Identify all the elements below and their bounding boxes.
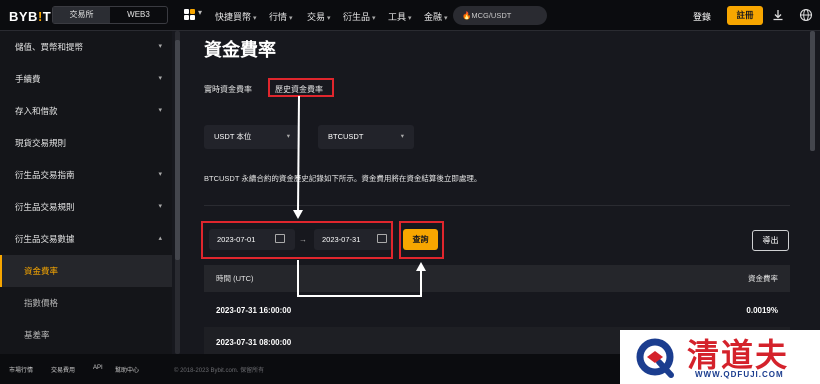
footer-link-api[interactable]: API <box>93 365 103 371</box>
nav-derivatives[interactable]: 衍生品 ▾ <box>343 10 376 23</box>
watermark-logo-icon <box>636 338 674 378</box>
page-title: 資金費率 <box>204 40 276 60</box>
login-link[interactable]: 登錄 <box>693 10 711 23</box>
register-button[interactable]: 註冊 <box>727 6 763 25</box>
segment-web3[interactable]: WEB3 <box>110 7 167 23</box>
chevron-down-icon: ▾ <box>158 203 162 210</box>
margin-type-select[interactable]: USDT 本位 ▾ <box>204 125 300 149</box>
sidebar-item-basis-rate[interactable]: 基差率 <box>0 319 172 351</box>
nav-tools[interactable]: 工具 ▾ <box>388 10 412 23</box>
column-header-rate: 資金費率 <box>748 274 778 283</box>
sidebar-item-savings[interactable]: 存入和借款 ▾ <box>0 95 172 127</box>
cell-time: 2023-07-31 16:00:00 <box>216 306 292 315</box>
chevron-down-icon: ▾ <box>400 133 404 140</box>
top-nav: BYB!T 交易所 WEB3 ▾ 快捷買幣 ▾ 行情 ▾ 交易 ▾ 衍生品 ▾ 工具 ▾ … <box>0 0 820 31</box>
footer-link-fees[interactable]: 交易費用 <box>51 365 75 374</box>
sidebar: 儲值、買幣和提幣 ▾ 手續費 ▾ 存入和借款 ▾ 現貨交易規則 衍生品交易指南 ▾ 衍生… <box>0 31 172 384</box>
bybit-logo[interactable]: BYB!T <box>9 9 51 24</box>
tab-realtime-funding[interactable]: 實時資金費率 <box>204 84 252 95</box>
segment-exchange[interactable]: 交易所 <box>53 7 110 23</box>
download-icon[interactable] <box>771 8 785 22</box>
main-scrollbar[interactable] <box>810 31 815 151</box>
watermark-url: WWW.QDFUJI.COM <box>695 370 784 379</box>
sidebar-item-deriv-rules[interactable]: 衍生品交易規則 ▾ <box>0 191 172 223</box>
search-input[interactable]: 🔥MCG/USDT <box>453 6 547 25</box>
chevron-down-icon: ▾ <box>198 8 203 17</box>
nav-markets[interactable]: 行情 ▾ <box>269 10 293 23</box>
sidebar-scrollbar-thumb[interactable] <box>175 40 180 260</box>
description-text: BTCUSDT 永續合約的資金歷史記錄如下所示。資金費用將在資金結算後立即處理。 <box>204 174 482 183</box>
symbol-select[interactable]: BTCUSDT ▾ <box>318 125 414 149</box>
chevron-down-icon: ▾ <box>158 75 162 82</box>
exchange-web3-switch: 交易所 WEB3 <box>52 6 168 24</box>
footer-link-markets[interactable]: 市場行情 <box>9 365 33 374</box>
copyright: © 2018-2023 Bybit.com. 保留所有 <box>174 368 265 374</box>
chevron-down-icon: ▾ <box>158 107 162 114</box>
cell-rate: 0.0019% <box>746 306 778 315</box>
apps-grid-icon[interactable] <box>184 9 195 20</box>
highlight-box <box>201 221 393 259</box>
page: BYB!T 交易所 WEB3 ▾ 快捷買幣 ▾ 行情 ▾ 交易 ▾ 衍生品 ▾ 工具 ▾ … <box>0 0 820 384</box>
sidebar-item-index-price[interactable]: 指數價格 <box>0 287 172 319</box>
sidebar-item-deriv-data[interactable]: 衍生品交易數據 ▴ <box>0 223 172 255</box>
chevron-down-icon: ▾ <box>286 133 290 140</box>
sidebar-item-deposit[interactable]: 儲值、買幣和提幣 ▾ <box>0 31 172 63</box>
table-row: 2023-07-31 16:00:00 0.0019% <box>204 295 790 327</box>
sidebar-item-funding-rate[interactable]: 資金費率 <box>0 255 172 287</box>
divider <box>204 205 790 206</box>
chevron-down-icon: ▾ <box>158 171 162 178</box>
nav-quick-buy[interactable]: 快捷買幣 ▾ <box>215 10 257 23</box>
chevron-down-icon: ▾ <box>158 43 162 50</box>
export-button[interactable]: 導出 <box>752 230 789 251</box>
nav-trade[interactable]: 交易 ▾ <box>307 10 331 23</box>
highlight-box <box>268 78 334 97</box>
footer-link-help[interactable]: 幫助中心 <box>115 365 139 374</box>
sidebar-item-deriv-guide[interactable]: 衍生品交易指南 ▾ <box>0 159 172 191</box>
chevron-up-icon: ▴ <box>158 235 162 242</box>
sidebar-item-fees[interactable]: 手續費 ▾ <box>0 63 172 95</box>
sidebar-item-spot-rules[interactable]: 現貨交易規則 <box>0 127 172 159</box>
highlight-box <box>399 221 444 259</box>
nav-finance[interactable]: 金融 ▾ <box>424 10 448 23</box>
column-header-time: 時間 (UTC) <box>216 274 254 283</box>
table-header: 時間 (UTC) 資金費率 <box>204 265 790 292</box>
globe-icon[interactable] <box>799 8 813 22</box>
